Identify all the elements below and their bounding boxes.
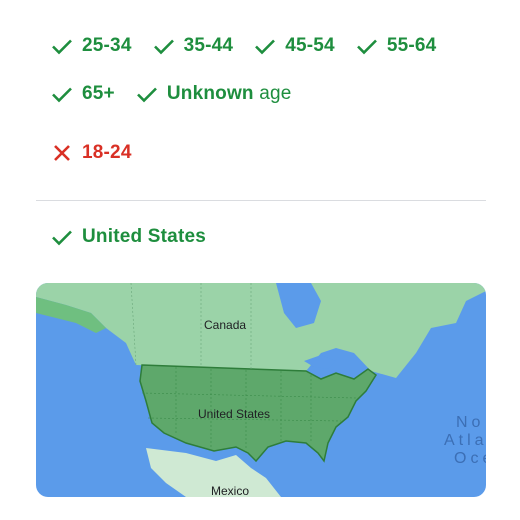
location-row: United States: [50, 225, 226, 249]
age-label: 65+: [82, 83, 115, 104]
section-divider: [36, 200, 486, 201]
map-canvas: Canada United States Mexico No Atla Oce: [36, 283, 486, 497]
age-label: 18-24: [82, 142, 132, 163]
check-icon: [255, 39, 276, 55]
ocean-label-1: No: [456, 414, 484, 431]
age-chip-55-64: 55-64: [355, 34, 437, 58]
age-row-2: 65+ Unknown age: [50, 82, 312, 106]
age-chip-45-54: 45-54: [253, 34, 335, 58]
age-label: 25-34: [82, 35, 132, 56]
age-chip-65-plus: 65+: [50, 82, 115, 106]
check-icon: [52, 87, 72, 103]
usa-label: United States: [198, 407, 270, 421]
check-icon: [153, 39, 174, 55]
canada-label: Canada: [204, 318, 246, 332]
check-icon: [52, 39, 72, 55]
check-icon: [356, 39, 377, 55]
check-icon: [136, 87, 157, 103]
unknown-suffix: age: [253, 83, 292, 104]
unknown-bold: Unknown: [166, 83, 254, 104]
ocean-label-2: Atla: [444, 432, 486, 449]
age-chip-unknown: Unknown age: [135, 82, 292, 106]
age-label: 55-64: [386, 35, 437, 56]
check-icon: [52, 230, 72, 246]
location-map[interactable]: Canada United States Mexico No Atla Oce: [36, 283, 486, 497]
close-icon: [54, 145, 70, 161]
age-chip-35-44: 35-44: [152, 34, 234, 58]
mexico-label: Mexico: [211, 484, 249, 497]
age-label: 45-54: [285, 35, 335, 56]
age-chip-25-34: 25-34: [50, 34, 132, 58]
ocean-label-3: Oce: [454, 450, 486, 467]
age-label: 35-44: [183, 35, 234, 56]
age-row-1: 25-34 35-44 45-54 55-64: [50, 34, 456, 58]
location-label: United States: [82, 226, 207, 247]
age-label-unknown: Unknown age: [167, 83, 292, 105]
excluded-age-row: 18-24: [50, 141, 152, 165]
location-chip: United States: [50, 225, 206, 249]
age-chip-18-24: 18-24: [50, 141, 132, 165]
